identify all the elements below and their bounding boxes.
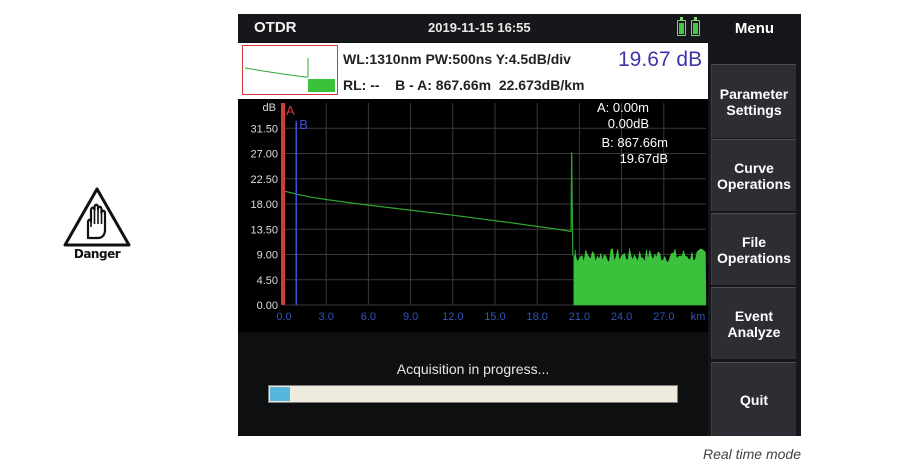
event-analyze-button[interactable]: Event Analyze: [711, 287, 796, 359]
battery-icon: [677, 17, 686, 36]
y-tick-label: 4.50: [257, 275, 278, 287]
y-tick-label: 0.00: [257, 300, 278, 312]
datetime: 2019-11-15 16:55: [428, 20, 531, 35]
otdr-trace-chart[interactable]: dB 31.50 27.00 22.50 18.00 13.50 9.00 4.50 0.00 0…: [238, 99, 708, 332]
cursor-a-label: A: [286, 103, 295, 118]
x-tick-label: 15.0: [484, 311, 505, 323]
status-message: Acquisition in progress...: [396, 361, 550, 377]
y-tick-label: 22.50: [250, 174, 278, 186]
curve-operations-button[interactable]: Curve Operations: [711, 139, 796, 211]
loss-readout: 19.67 dB: [618, 48, 703, 71]
trace-overview-thumbnail[interactable]: [242, 45, 338, 95]
y-tick-label: 9.00: [257, 250, 278, 262]
softkey-menu: Menu Parameter Settings Curve Operations…: [708, 14, 801, 436]
x-tick-label: 6.0: [361, 311, 376, 323]
acquisition-parameters: WL:1310nm PW:500ns Y:4.5dB/div: [343, 51, 571, 67]
mode-caption: Real time mode: [702, 446, 801, 462]
x-tick-label: 21.0: [569, 311, 590, 323]
battery-icon: [691, 17, 700, 36]
y-tick-label: 13.50: [250, 224, 278, 236]
noise-floor: [573, 248, 707, 306]
trace-svg: dB31.5027.0022.5018.0013.509.004.500.000…: [250, 100, 707, 323]
x-tick-label: 24.0: [611, 311, 632, 323]
app-title: OTDR: [254, 19, 297, 36]
danger-label: Danger: [73, 247, 121, 261]
cursor-b-distance: B: 867.66m: [602, 135, 669, 150]
status-area: Acquisition in progress...: [238, 332, 708, 436]
x-tick-label: 18.0: [526, 311, 547, 323]
cursor-b-db: 19.67dB: [620, 151, 668, 166]
cursor-a-line: [281, 103, 285, 305]
overview-trace: [244, 58, 335, 92]
x-tick-label: 27.0: [653, 311, 674, 323]
x-tick-label: 3.0: [319, 311, 334, 323]
rl-distance-readout: RL: -- B - A: 867.66m 22.673dB/km: [343, 77, 585, 93]
menu-title: Menu: [734, 20, 775, 37]
x-tick-label: 9.0: [403, 311, 418, 323]
quit-button[interactable]: Quit: [711, 362, 796, 436]
file-operations-button[interactable]: File Operations: [711, 213, 796, 285]
y-tick-label: 18.00: [250, 199, 278, 211]
danger-warning: Danger: [62, 186, 132, 266]
acquisition-progress-bar: [268, 385, 678, 403]
x-unit-label: km: [691, 311, 706, 323]
x-tick-label: 12.0: [442, 311, 463, 323]
cursor-b-label: B: [299, 117, 308, 132]
otdr-screen: OTDR 2019-11-15 16:55 WL:1310nm PW:500ns…: [238, 14, 801, 436]
progress-fill: [270, 387, 291, 401]
y-unit-label: dB: [263, 102, 276, 114]
cursor-a-db: 0.00dB: [608, 116, 649, 131]
parameter-settings-button[interactable]: Parameter Settings: [711, 64, 796, 138]
cursor-a-distance: A: 0.00m: [597, 100, 649, 115]
hand-stop-icon: [63, 187, 131, 247]
y-tick-label: 27.00: [250, 149, 278, 161]
title-bar: OTDR 2019-11-15 16:55: [238, 14, 708, 42]
x-tick-label: 0.0: [276, 311, 291, 323]
measurement-info: WL:1310nm PW:500ns Y:4.5dB/div 19.67 dB …: [238, 43, 708, 99]
y-tick-label: 31.50: [250, 123, 278, 135]
